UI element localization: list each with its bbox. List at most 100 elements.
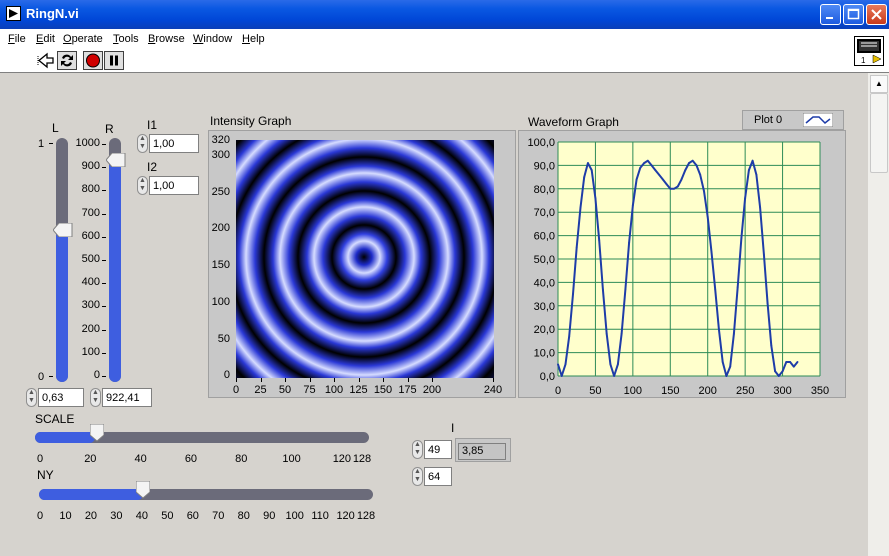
series-plot-0-point [579, 206, 582, 209]
slider-l-value[interactable]: 0,63 [38, 388, 84, 407]
i-bottom-spinner[interactable]: ▲ ▼ [412, 467, 423, 486]
series-plot-0-point [691, 159, 694, 162]
ny_slider-tick: 80 [237, 510, 250, 522]
i1-value[interactable]: 1,00 [149, 134, 199, 153]
scale_slider-tick: 20 [84, 453, 97, 465]
scale-slider-knob[interactable] [89, 423, 105, 442]
slider-l-knob[interactable] [52, 222, 73, 238]
series-plot-0-point [557, 363, 559, 366]
series-plot-0-point [598, 239, 601, 242]
scale_slider-tick: 128 [352, 453, 372, 465]
title-bar[interactable] [0, 0, 889, 29]
slider-r-tick-mark [102, 283, 106, 285]
waveform-graph-plot[interactable]: 100,0 90,0 80,0 70,0 60,0 50,0 40,0 30,0 20,0 10,… [518, 130, 846, 398]
series-plot-0-point [639, 166, 642, 169]
series-plot-0-point [699, 173, 702, 176]
slider-l-increment-spinner[interactable]: ▲ ▼ [26, 388, 37, 407]
intensity-x-tick-mark [334, 378, 335, 382]
waveform-x-tick: 200 [699, 385, 717, 397]
waveform-legend[interactable]: Plot 0 [742, 110, 844, 130]
i2-spinner[interactable]: ▲ ▼ [137, 176, 148, 195]
slider-r-tick-mark [102, 190, 106, 192]
scroll-up-arrow-icon[interactable]: ▲ [870, 75, 888, 93]
menu-edit[interactable]: Edit [36, 33, 55, 45]
series-plot-0-point [646, 159, 649, 162]
series-plot-0-point [733, 332, 735, 335]
vi-icon[interactable]: 1 [854, 36, 884, 66]
menu-window[interactable]: Window [193, 33, 232, 45]
menu-file[interactable]: File [8, 33, 26, 45]
slider-l-fill [56, 230, 68, 382]
minimize-button[interactable] [820, 4, 841, 25]
menu-operate[interactable]: Operate [63, 33, 103, 45]
slider-l-tick-min: 0 [38, 371, 45, 383]
slider-r-increment-spinner[interactable]: ▲ ▼ [90, 388, 101, 407]
menu-help[interactable]: Help [242, 33, 265, 45]
slider-r-value[interactable]: 922,41 [102, 388, 152, 407]
ny-slider-knob[interactable] [135, 480, 151, 499]
scale_slider-tick: 40 [134, 453, 147, 465]
ny_slider-tick: 60 [186, 510, 199, 522]
intensity-x-tick: 0 [232, 384, 240, 396]
maximize-icon [847, 8, 860, 20]
series-plot-0-point [725, 375, 728, 377]
intensity-graph-plot[interactable] [236, 140, 494, 378]
series-plot-0-point [714, 288, 717, 291]
i-top-spinner[interactable]: ▲ ▼ [412, 440, 423, 459]
series-plot-0-point [575, 246, 578, 249]
ny-slider-label: NY [37, 468, 54, 482]
waveform-y-tick: 30,0 [534, 301, 555, 313]
minimize-icon [826, 17, 833, 19]
series-plot-0-point [792, 365, 795, 368]
slider-r-knob[interactable] [105, 152, 126, 168]
slider-r-tick: 700 [81, 206, 100, 219]
close-icon [871, 9, 882, 20]
intensity-y-tick: 200 [211, 222, 230, 234]
waveform-graph-title: Waveform Graph [528, 115, 619, 129]
waveform-y-tick: 90,0 [534, 160, 555, 172]
series-plot-0-point [583, 176, 586, 178]
series-plot-0-point [706, 215, 709, 218]
scale-slider-fill [35, 432, 95, 443]
scroll-thumb[interactable] [870, 93, 888, 173]
menu-browse[interactable]: Browse [148, 33, 185, 45]
i-bottom-control[interactable]: 64 [424, 467, 452, 486]
abort-icon[interactable] [83, 51, 103, 70]
slider-r-tick: 900 [81, 160, 100, 173]
waveform-x-tick: 0 [555, 385, 561, 397]
intensity-x-tick: 240 [483, 384, 503, 396]
waveform-y-tick: 70,0 [534, 207, 555, 219]
series-plot-0-point [796, 361, 799, 363]
maximize-button[interactable] [843, 4, 864, 25]
toolbar [0, 49, 889, 73]
i-indicator-value: 3,85 [458, 443, 506, 460]
i2-label: I2 [147, 160, 158, 174]
ny_slider-tick: 90 [263, 510, 276, 522]
ny_slider-tick: 128 [356, 510, 376, 522]
intensity-y-tick: 50 [217, 333, 230, 345]
series-plot-0-point [736, 286, 739, 288]
series-plot-0-point [605, 332, 608, 335]
i-top-control[interactable]: 49 [424, 440, 452, 459]
run-continuously-icon[interactable] [57, 51, 77, 70]
ny-slider-fill [39, 489, 143, 500]
intensity-x-tick-mark [285, 378, 286, 382]
run-arrow-icon[interactable] [36, 51, 56, 70]
series-plot-0-point [661, 178, 664, 181]
i-indicator-label: I [451, 421, 455, 435]
waveform-x-tick: 300 [773, 385, 791, 397]
intensity-x-tick-mark [358, 378, 360, 382]
pause-icon[interactable] [104, 51, 124, 70]
intensity-y-tick: 150 [211, 259, 230, 271]
i2-value[interactable]: 1,00 [149, 176, 199, 195]
vertical-scrollbar[interactable]: ▲ [868, 73, 889, 556]
series-plot-0-point [643, 162, 645, 164]
slider-r-tick: 600 [81, 229, 100, 242]
window-title: RingN.vi [26, 6, 79, 21]
series-plot-0-point [747, 169, 750, 171]
close-button[interactable] [866, 4, 887, 25]
menu-tools[interactable]: Tools [113, 33, 139, 45]
series-plot-0-point [602, 288, 604, 291]
slider-r-tick-mark [102, 306, 106, 308]
i1-spinner[interactable]: ▲ ▼ [137, 134, 148, 153]
